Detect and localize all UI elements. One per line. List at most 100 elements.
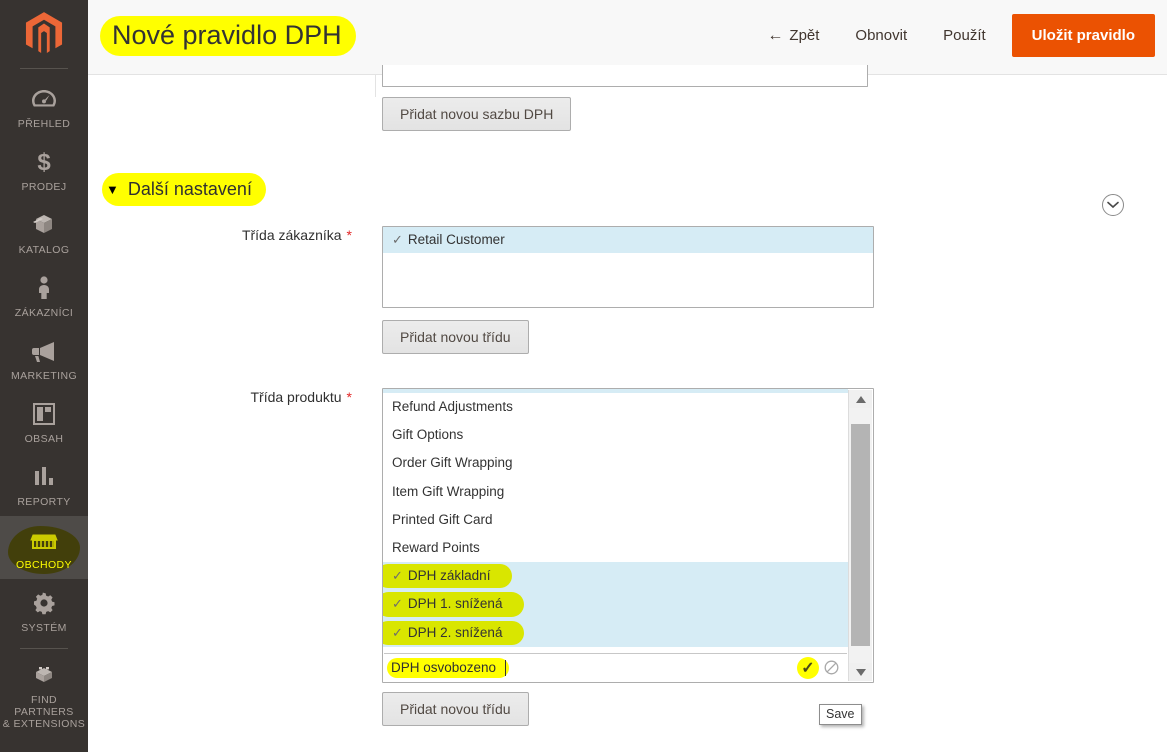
section-title: Další nastavení [127, 179, 252, 199]
no-entry-icon[interactable] [821, 657, 841, 679]
product-class-label: Třída produktu * [88, 388, 364, 406]
check-icon: ✓ [392, 568, 403, 584]
list-item-label: Retail Customer [407, 232, 505, 247]
sidebar-item-label: MARKETING [10, 370, 78, 382]
scrollbar-thumb[interactable] [851, 424, 870, 646]
sidebar-item-prodej[interactable]: $ PRODEJ [0, 138, 88, 201]
sidebar-item-label: PŘEHLED [17, 118, 71, 130]
back-button[interactable]: ← Zpět [749, 17, 837, 55]
sidebar-item-obchody[interactable]: OBCHODY [0, 516, 88, 579]
scroll-down-button[interactable] [849, 663, 872, 681]
sidebar-item-marketing[interactable]: MARKETING [0, 327, 88, 390]
customer-class-label-text: Třída zákazníka [241, 227, 342, 243]
sidebar-item-obsah[interactable]: OBSAH [0, 390, 88, 453]
inline-edit-actions: ✓ [797, 656, 847, 679]
required-marker: * [346, 227, 352, 243]
page-title-wrap: Nové pravidlo DPH [100, 14, 356, 58]
list-item-content: ✓ DPH 1. snížená [383, 590, 525, 618]
person-icon [35, 273, 53, 303]
list-item[interactable]: Refund Adjustments [383, 393, 848, 421]
sidebar-item-label: PRODEJ [21, 181, 67, 193]
field-divider-line [375, 75, 376, 97]
check-glyph: ✓ [801, 659, 815, 677]
page-header: Nové pravidlo DPH ← Zpět Obnovit Použít U… [88, 0, 1167, 75]
scrollbar-track[interactable] [849, 408, 872, 663]
product-class-multiselect[interactable]: Refund Adjustments Gift Options Order Gi… [382, 388, 874, 683]
new-product-class-input[interactable] [386, 656, 797, 679]
sidebar-item-find-partners[interactable]: FIND PARTNERS & EXTENSIONS [0, 651, 88, 738]
list-item[interactable]: Printed Gift Card [383, 506, 848, 534]
product-class-option-list: Refund Adjustments Gift Options Order Gi… [383, 389, 848, 682]
list-item-label: Refund Adjustments [392, 399, 513, 414]
product-class-label-text: Třída produktu [250, 389, 342, 405]
list-item[interactable]: Reward Points [383, 534, 848, 562]
sidebar-item-label: REPORTY [17, 496, 71, 508]
list-item-label: Gift Options [392, 427, 464, 443]
additional-settings-section-header[interactable]: ▼ Další nastavení [102, 173, 266, 206]
list-item-label: DPH 1. snížená [407, 596, 503, 612]
inline-edit-input-wrap [386, 656, 797, 679]
sidebar-item-label: ZÁKAZNÍCI [14, 307, 74, 319]
required-marker: * [346, 389, 352, 405]
list-item[interactable]: Item Gift Wrapping [383, 478, 848, 506]
customer-class-multiselect[interactable]: ✓ Retail Customer [382, 226, 874, 308]
bricks-icon [30, 660, 58, 690]
inline-edit-row: ✓ [384, 653, 847, 681]
add-new-product-class-button[interactable]: Přidat novou třídu [382, 692, 529, 726]
sidebar: PŘEHLED $ PRODEJ KATALOG ZÁKAZNÍCI MARKE… [0, 0, 88, 752]
dollar-icon: $ [34, 147, 54, 177]
check-icon: ✓ [392, 232, 403, 247]
magento-logo-icon [25, 12, 63, 53]
list-item-label: Order Gift Wrapping [392, 455, 513, 471]
sidebar-item-label: KATALOG [18, 244, 70, 256]
list-item-label: Reward Points [392, 540, 480, 556]
sidebar-item-system[interactable]: SYSTÉM [0, 579, 88, 642]
list-item-content: ✓ DPH základní [383, 562, 514, 590]
list-item[interactable]: ✓ DPH 1. snížená [383, 590, 848, 619]
list-item-label: DPH základní [407, 568, 491, 584]
sidebar-item-label: SYSTÉM [21, 622, 67, 634]
check-icon: ✓ [392, 596, 403, 612]
list-item[interactable]: ✓ DPH 2. snížená [383, 618, 848, 647]
check-icon[interactable]: ✓ [797, 656, 819, 679]
save-tooltip: Save [819, 704, 862, 725]
back-button-label: Zpět [789, 26, 820, 44]
refresh-button[interactable]: Obnovit [837, 17, 925, 54]
sidebar-item-zakaznici[interactable]: ZÁKAZNÍCI [0, 264, 88, 327]
list-item[interactable]: Gift Options [383, 421, 848, 449]
sidebar-item-prehled[interactable]: PŘEHLED [0, 75, 88, 138]
product-class-scrollbar[interactable] [848, 390, 872, 681]
sidebar-item-katalog[interactable]: KATALOG [0, 201, 88, 264]
sidebar-item-label: OBCHODY [16, 559, 72, 571]
sidebar-item-label: OBSAH [24, 433, 64, 445]
sidebar-item-label-line1: FIND PARTNERS [14, 694, 74, 718]
add-new-customer-class-button[interactable]: Přidat novou třídu [382, 320, 529, 354]
scroll-up-button[interactable] [849, 390, 872, 408]
magento-logo[interactable] [0, 0, 88, 68]
list-item-label: Printed Gift Card [392, 511, 493, 527]
content-area: Přidat novou sazbu DPH ▼ Další nastavení… [88, 65, 1167, 752]
page-title: Nové pravidlo DPH [100, 14, 356, 58]
text-caret [505, 659, 506, 676]
customer-class-field-row: Třída zákazníka * [88, 226, 364, 244]
tax-rate-input-cutoff[interactable] [382, 65, 868, 87]
sidebar-divider-bottom [20, 648, 68, 649]
save-rule-button[interactable]: Uložit pravidlo [1011, 14, 1155, 57]
check-icon: ✓ [392, 624, 403, 640]
add-new-tax-rate-button[interactable]: Přidat novou sazbu DPH [382, 97, 572, 131]
list-item[interactable]: ✓ DPH základní [383, 562, 848, 591]
list-item-label: DPH 2. snížená [407, 624, 503, 640]
apply-button[interactable]: Použít [925, 17, 1004, 54]
sidebar-item-reporty[interactable]: REPORTY [0, 453, 88, 516]
list-item[interactable]: Order Gift Wrapping [383, 449, 848, 477]
chevron-down-circle-icon[interactable] [1102, 194, 1124, 216]
back-arrow-icon: ← [767, 26, 784, 44]
list-item[interactable]: ✓ Retail Customer [383, 227, 873, 253]
page-title-text: Nové pravidlo DPH [112, 20, 342, 50]
magento-admin-page: PŘEHLED $ PRODEJ KATALOG ZÁKAZNÍCI MARKE… [0, 0, 1167, 752]
list-item-content: ✓ DPH 2. snížená [383, 619, 525, 647]
list-item-label: Item Gift Wrapping [392, 483, 505, 499]
caret-down-icon: ▼ [106, 182, 119, 197]
sidebar-item-label-line2: & EXTENSIONS [2, 718, 86, 730]
box-icon [30, 210, 58, 240]
